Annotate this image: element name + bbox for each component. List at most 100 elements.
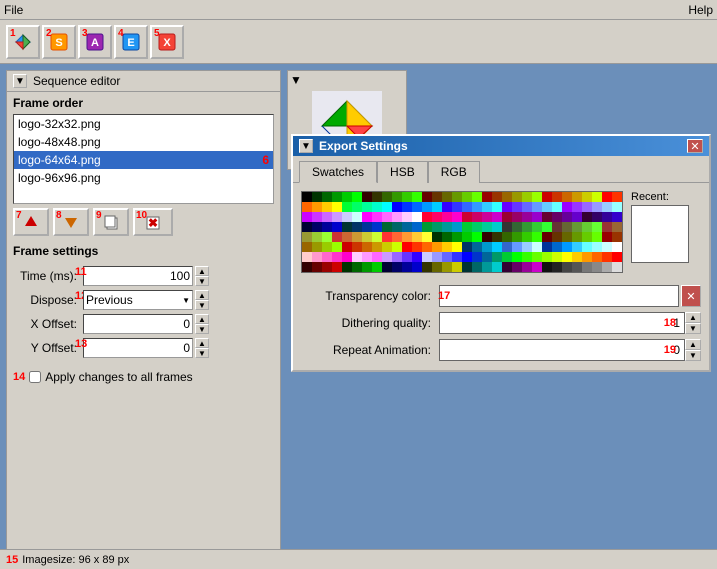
color-swatch[interactable] bbox=[412, 242, 422, 252]
color-swatch[interactable] bbox=[462, 252, 472, 262]
color-swatch[interactable] bbox=[472, 192, 482, 202]
toolbar-btn-5[interactable]: 5 X bbox=[150, 25, 184, 59]
color-swatch[interactable] bbox=[522, 232, 532, 242]
frame-item-3[interactable]: logo-64x64.png 6 bbox=[14, 151, 273, 169]
recent-cell[interactable] bbox=[632, 248, 646, 262]
color-swatch[interactable] bbox=[562, 202, 572, 212]
color-swatch[interactable] bbox=[382, 242, 392, 252]
color-swatch[interactable] bbox=[492, 252, 502, 262]
color-swatch[interactable] bbox=[332, 232, 342, 242]
color-swatch[interactable] bbox=[452, 242, 462, 252]
color-swatch[interactable] bbox=[512, 242, 522, 252]
color-swatch[interactable] bbox=[572, 212, 582, 222]
color-swatch[interactable] bbox=[382, 212, 392, 222]
color-swatch[interactable] bbox=[562, 212, 572, 222]
color-swatch[interactable] bbox=[502, 252, 512, 262]
color-swatch[interactable] bbox=[482, 242, 492, 252]
color-swatch[interactable] bbox=[552, 192, 562, 202]
color-swatch[interactable] bbox=[352, 222, 362, 232]
color-swatch[interactable] bbox=[592, 242, 602, 252]
color-swatch[interactable] bbox=[612, 232, 622, 242]
color-swatch[interactable] bbox=[452, 192, 462, 202]
color-swatch[interactable] bbox=[602, 252, 612, 262]
color-swatch[interactable] bbox=[382, 232, 392, 242]
color-swatch[interactable] bbox=[422, 212, 432, 222]
color-swatch[interactable] bbox=[452, 222, 462, 232]
color-swatch[interactable] bbox=[412, 202, 422, 212]
frame-btn-copy[interactable]: 9 bbox=[93, 208, 129, 236]
color-swatch[interactable] bbox=[372, 252, 382, 262]
color-swatch[interactable] bbox=[442, 232, 452, 242]
color-swatch[interactable] bbox=[322, 262, 332, 272]
color-swatch[interactable] bbox=[312, 202, 322, 212]
color-swatch[interactable] bbox=[322, 202, 332, 212]
dispose-select[interactable]: Previous ▼ bbox=[83, 290, 193, 310]
color-swatch[interactable] bbox=[302, 222, 312, 232]
color-swatch[interactable] bbox=[512, 202, 522, 212]
color-swatch[interactable] bbox=[322, 222, 332, 232]
color-swatch[interactable] bbox=[572, 202, 582, 212]
dithering-spin-down[interactable]: ▼ bbox=[685, 323, 701, 334]
color-swatch[interactable] bbox=[372, 242, 382, 252]
color-swatch[interactable] bbox=[432, 252, 442, 262]
time-input[interactable] bbox=[83, 266, 193, 286]
color-swatch[interactable] bbox=[352, 262, 362, 272]
recent-cell[interactable] bbox=[660, 220, 674, 234]
color-swatch[interactable] bbox=[402, 232, 412, 242]
preview-collapse-btn[interactable]: ▼ bbox=[290, 73, 302, 87]
color-swatch[interactable] bbox=[532, 212, 542, 222]
frame-item-2[interactable]: logo-48x48.png bbox=[14, 133, 273, 151]
color-swatch[interactable] bbox=[422, 192, 432, 202]
color-swatch[interactable] bbox=[522, 242, 532, 252]
color-swatch[interactable] bbox=[542, 252, 552, 262]
color-swatch[interactable] bbox=[472, 252, 482, 262]
color-swatch[interactable] bbox=[382, 262, 392, 272]
color-swatch[interactable] bbox=[612, 222, 622, 232]
color-swatch[interactable] bbox=[582, 232, 592, 242]
menu-help[interactable]: Help bbox=[688, 3, 713, 17]
color-swatch[interactable] bbox=[392, 232, 402, 242]
color-swatch[interactable] bbox=[342, 202, 352, 212]
color-swatch[interactable] bbox=[432, 222, 442, 232]
color-swatch[interactable] bbox=[332, 262, 342, 272]
color-swatch[interactable] bbox=[412, 232, 422, 242]
color-swatch[interactable] bbox=[562, 232, 572, 242]
repeat-spin-down[interactable]: ▼ bbox=[685, 350, 701, 361]
color-swatch[interactable] bbox=[402, 252, 412, 262]
color-swatch[interactable] bbox=[462, 192, 472, 202]
recent-cell[interactable] bbox=[646, 206, 660, 220]
color-swatch[interactable] bbox=[432, 242, 442, 252]
color-swatch[interactable] bbox=[392, 252, 402, 262]
recent-cell[interactable] bbox=[674, 234, 688, 248]
color-swatch[interactable] bbox=[302, 192, 312, 202]
color-swatch[interactable] bbox=[492, 222, 502, 232]
color-swatch[interactable] bbox=[532, 202, 542, 212]
color-swatch[interactable] bbox=[372, 212, 382, 222]
color-swatch[interactable] bbox=[472, 202, 482, 212]
yoffset-input[interactable] bbox=[83, 338, 193, 358]
color-swatch[interactable] bbox=[562, 262, 572, 272]
dithering-spin-up[interactable]: ▲ bbox=[685, 312, 701, 323]
frame-btn-delete[interactable]: 10 ✖ bbox=[133, 208, 173, 236]
frame-item-4[interactable]: logo-96x96.png bbox=[14, 169, 273, 187]
color-swatch[interactable] bbox=[552, 212, 562, 222]
color-swatch[interactable] bbox=[612, 242, 622, 252]
color-swatch[interactable] bbox=[442, 202, 452, 212]
color-swatch[interactable] bbox=[362, 222, 372, 232]
color-swatch[interactable] bbox=[302, 252, 312, 262]
color-swatch[interactable] bbox=[482, 262, 492, 272]
color-swatch[interactable] bbox=[462, 262, 472, 272]
color-swatch[interactable] bbox=[422, 242, 432, 252]
color-swatch[interactable] bbox=[362, 252, 372, 262]
color-swatch[interactable] bbox=[482, 202, 492, 212]
recent-cell[interactable] bbox=[660, 234, 674, 248]
color-swatch[interactable] bbox=[402, 262, 412, 272]
color-swatch[interactable] bbox=[602, 212, 612, 222]
color-swatch[interactable] bbox=[362, 202, 372, 212]
color-swatch[interactable] bbox=[562, 192, 572, 202]
color-swatch[interactable] bbox=[332, 192, 342, 202]
recent-cell[interactable] bbox=[674, 206, 688, 220]
color-swatch[interactable] bbox=[522, 252, 532, 262]
color-swatch[interactable] bbox=[572, 192, 582, 202]
color-swatch[interactable] bbox=[382, 192, 392, 202]
